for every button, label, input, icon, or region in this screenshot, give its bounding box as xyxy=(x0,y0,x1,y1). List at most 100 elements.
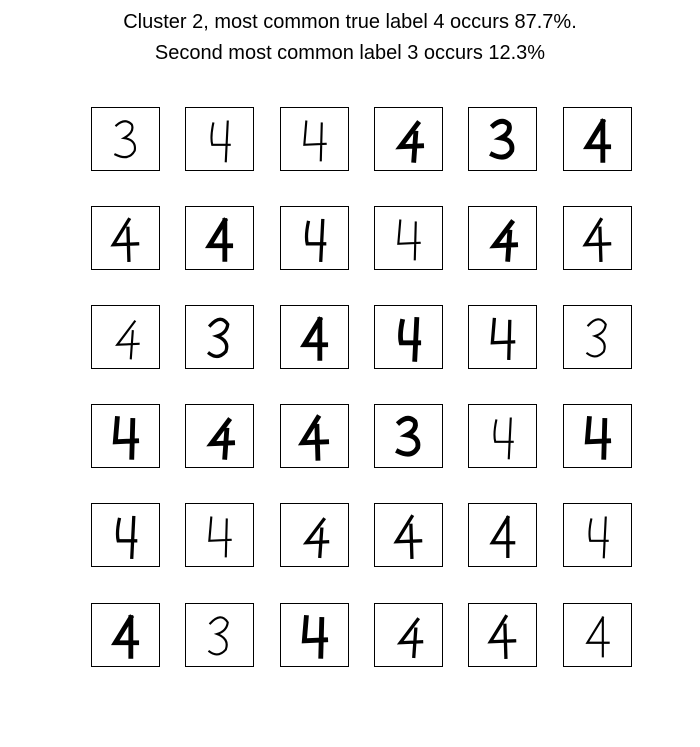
digit-image-r5-c2 xyxy=(185,503,254,567)
digit-image-r3-c6 xyxy=(563,305,632,369)
digit-image-r5-c4 xyxy=(374,503,443,567)
handwritten-digit-4 xyxy=(110,614,140,659)
digit-image-r1-c4 xyxy=(374,107,443,171)
handwritten-digit-4 xyxy=(303,120,327,162)
handwritten-digit-3 xyxy=(489,118,515,160)
digit-stroke xyxy=(297,414,330,461)
digit-image-r2-c5 xyxy=(468,206,537,270)
handwritten-digit-4 xyxy=(582,217,612,262)
handwritten-digit-4 xyxy=(210,120,231,163)
handwritten-digit-4 xyxy=(208,516,232,558)
handwritten-digit-4 xyxy=(489,219,519,262)
digit-image-r6-c1 xyxy=(91,603,160,667)
digit-stroke xyxy=(299,316,329,361)
digit-stroke xyxy=(493,417,514,460)
digit-stroke xyxy=(303,120,327,162)
handwritten-digit-4 xyxy=(297,414,330,461)
digit-stroke xyxy=(588,516,609,559)
digit-image-grid xyxy=(0,0,700,747)
digit-stroke xyxy=(487,614,517,659)
digit-stroke xyxy=(584,415,612,460)
handwritten-digit-4 xyxy=(301,614,329,659)
handwritten-digit-4 xyxy=(584,415,612,460)
handwritten-digit-4 xyxy=(588,516,609,559)
digit-image-r1-c3 xyxy=(280,107,349,171)
digit-stroke xyxy=(110,614,140,659)
handwritten-digit-4 xyxy=(585,616,610,658)
digit-image-r4-c2 xyxy=(185,404,254,468)
handwritten-digit-4 xyxy=(393,514,423,559)
digit-image-r2-c3 xyxy=(280,206,349,270)
digit-stroke xyxy=(112,415,140,460)
digit-image-r5-c6 xyxy=(563,503,632,567)
digit-image-r3-c2 xyxy=(185,305,254,369)
handwritten-digit-4 xyxy=(115,320,140,360)
handwritten-digit-4 xyxy=(204,217,234,262)
handwritten-digit-4 xyxy=(396,617,424,659)
digit-stroke xyxy=(301,614,329,659)
digit-image-r2-c2 xyxy=(185,206,254,270)
handwritten-digit-3 xyxy=(585,318,607,358)
handwritten-digit-4 xyxy=(490,317,516,361)
digit-stroke xyxy=(207,616,229,656)
handwritten-digit-4 xyxy=(112,415,140,460)
handwritten-digit-3 xyxy=(207,616,229,656)
digit-image-r6-c5 xyxy=(468,603,537,667)
digit-stroke xyxy=(210,120,231,163)
digit-image-r2-c6 xyxy=(563,206,632,270)
digit-image-r6-c3 xyxy=(280,603,349,667)
handwritten-digit-4 xyxy=(110,217,140,262)
digit-stroke xyxy=(396,617,424,659)
digit-image-r6-c2 xyxy=(185,603,254,667)
handwritten-digit-3 xyxy=(207,317,230,359)
handwritten-digit-4 xyxy=(489,515,516,558)
digit-stroke xyxy=(393,514,423,559)
digit-stroke xyxy=(585,616,610,658)
digit-stroke xyxy=(204,217,234,262)
digit-stroke xyxy=(397,219,421,261)
digit-image-r6-c6 xyxy=(563,603,632,667)
digit-stroke xyxy=(489,515,516,558)
digit-stroke xyxy=(206,417,236,460)
digit-stroke xyxy=(398,317,422,362)
digit-stroke xyxy=(115,515,138,560)
digit-stroke xyxy=(582,217,612,262)
digit-image-r1-c2 xyxy=(185,107,254,171)
digit-stroke xyxy=(489,118,515,160)
digit-stroke xyxy=(207,317,230,359)
digit-stroke xyxy=(490,317,516,361)
handwritten-digit-4 xyxy=(493,417,514,460)
digit-image-r6-c4 xyxy=(374,603,443,667)
digit-image-r1-c6 xyxy=(563,107,632,171)
digit-image-r2-c4 xyxy=(374,206,443,270)
digit-image-r4-c5 xyxy=(468,404,537,468)
digit-stroke xyxy=(115,320,140,360)
digit-image-r4-c1 xyxy=(91,404,160,468)
digit-stroke xyxy=(582,118,612,163)
digit-stroke xyxy=(110,217,140,262)
handwritten-digit-3 xyxy=(113,120,137,159)
digit-image-r1-c5 xyxy=(468,107,537,171)
digit-stroke xyxy=(585,318,607,358)
digit-image-r4-c6 xyxy=(563,404,632,468)
handwritten-digit-4 xyxy=(582,118,612,163)
digit-stroke xyxy=(395,415,421,457)
handwritten-digit-4 xyxy=(302,517,330,559)
handwritten-digit-4 xyxy=(398,317,422,362)
handwritten-digit-4 xyxy=(206,417,236,460)
digit-stroke xyxy=(113,120,137,159)
digit-image-r5-c3 xyxy=(280,503,349,567)
digit-stroke xyxy=(395,120,425,163)
digit-image-r3-c5 xyxy=(468,305,537,369)
digit-stroke xyxy=(304,218,327,263)
digit-image-r5-c5 xyxy=(468,503,537,567)
digit-image-r2-c1 xyxy=(91,206,160,270)
digit-image-r4-c3 xyxy=(280,404,349,468)
digit-image-r3-c1 xyxy=(91,305,160,369)
digit-image-r5-c1 xyxy=(91,503,160,567)
digit-image-r3-c4 xyxy=(374,305,443,369)
digit-stroke xyxy=(489,219,519,262)
handwritten-digit-4 xyxy=(397,219,421,261)
handwritten-digit-4 xyxy=(487,614,517,659)
digit-image-r3-c3 xyxy=(280,305,349,369)
